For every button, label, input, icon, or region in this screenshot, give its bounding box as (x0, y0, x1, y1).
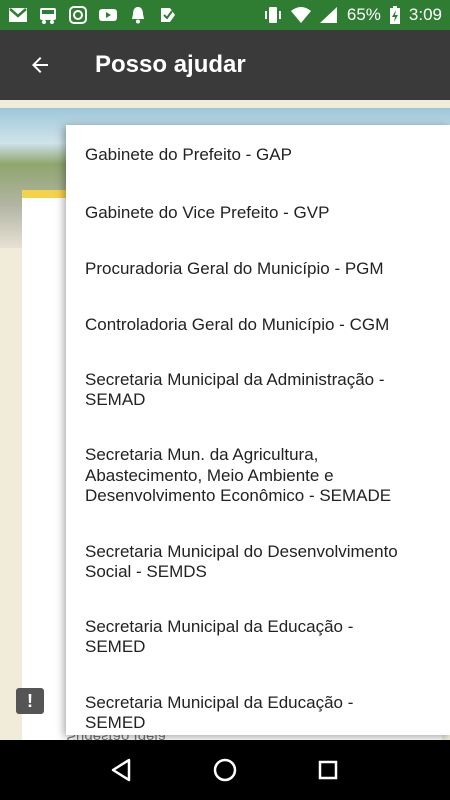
feedback-icon[interactable]: ! (16, 688, 44, 714)
nav-back-button[interactable] (102, 750, 142, 790)
arrow-left-icon (32, 57, 48, 73)
menu-item[interactable]: Secretaria Municipal do Desenvolvimento … (66, 525, 450, 599)
back-button[interactable] (0, 30, 80, 100)
bus-icon (40, 8, 56, 24)
instagram-icon (69, 6, 87, 24)
clock: 3:09 (408, 5, 442, 24)
status-bar: 65% 3:09 (0, 0, 450, 30)
app-toolbar: Posso ajudar (0, 30, 450, 100)
menu-item[interactable]: Gabinete do Prefeito - GAP (66, 125, 450, 185)
nav-recents-button[interactable] (308, 750, 348, 790)
home-circle-icon (213, 758, 237, 782)
wifi-icon (290, 7, 311, 23)
back-triangle-icon (111, 758, 130, 782)
menu-item[interactable]: Controladoria Geral do Município - CGM (66, 297, 450, 353)
notification-icons (8, 6, 178, 24)
department-dropdown-menu: Gabinete do Prefeito - GAP Gabinete do V… (66, 125, 450, 735)
recents-square-icon (319, 760, 338, 780)
page-title: Posso ajudar (95, 51, 246, 78)
nav-home-button[interactable] (205, 750, 245, 790)
menu-item[interactable]: Secretaria Municipal da Educação - SEMED (66, 675, 450, 735)
menu-item[interactable]: Gabinete do Vice Prefeito - GVP (66, 185, 450, 241)
bell-icon (132, 7, 144, 24)
signal-icon (319, 7, 337, 23)
menu-item[interactable]: Secretaria Municipal da Educação - SEMED (66, 599, 450, 675)
vibrate-icon (264, 7, 281, 23)
menu-item[interactable]: Secretaria Municipal da Administração - … (66, 353, 450, 427)
gmail-icon (9, 8, 27, 22)
menu-item[interactable]: Secretaria Mun. da Agricultura, Abasteci… (66, 427, 450, 525)
battery-percent: 65% (346, 5, 381, 24)
system-status: 65% 3:09 (263, 5, 442, 25)
navigation-bar (0, 740, 450, 800)
youtube-icon (99, 9, 117, 21)
menu-item[interactable]: Procuradoria Geral do Município - PGM (66, 241, 450, 297)
battery-charging-icon (389, 6, 400, 24)
check-icon (161, 8, 175, 22)
